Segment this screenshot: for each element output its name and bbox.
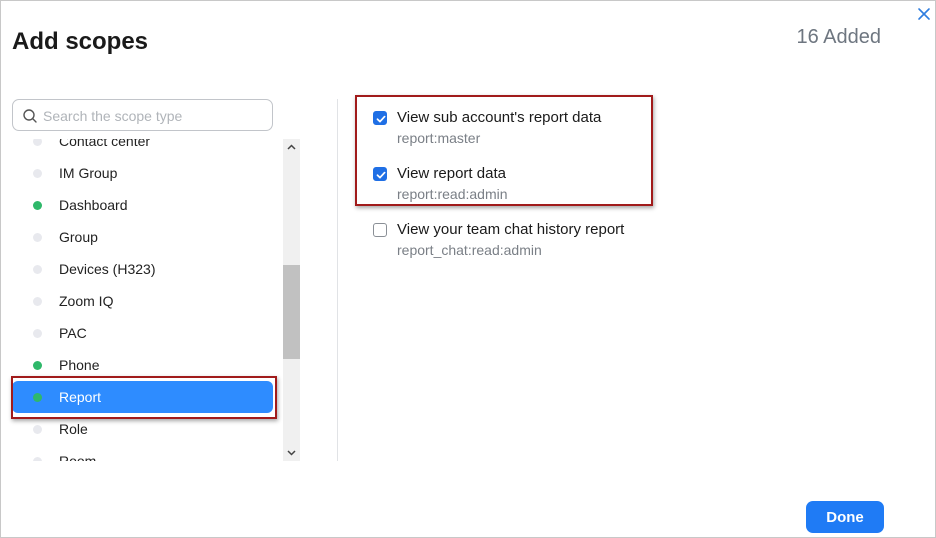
status-dot-icon xyxy=(33,139,42,146)
permission-name: View sub account's report data xyxy=(397,109,602,126)
scope-type-label: Group xyxy=(59,229,98,245)
status-dot-icon xyxy=(33,425,42,434)
scope-type-label: Dashboard xyxy=(59,197,128,213)
close-icon xyxy=(918,8,930,20)
scope-type-item[interactable]: Group xyxy=(12,221,282,253)
scope-type-label: Room xyxy=(59,453,97,461)
permission-name: View report data xyxy=(397,165,506,182)
added-count: 16 Added xyxy=(796,26,881,48)
scope-type-label: Role xyxy=(59,421,88,437)
permission-name: View your team chat history report xyxy=(397,221,625,238)
scope-type-item[interactable]: Zoom IQ xyxy=(12,285,282,317)
scope-type-item[interactable]: Contact center xyxy=(12,139,282,157)
permission-code: report:read:admin xyxy=(397,186,508,202)
chevron-down-icon xyxy=(287,450,296,456)
scope-type-item[interactable]: Report xyxy=(12,381,273,413)
permission-item: View your team chat history report report… xyxy=(373,221,673,265)
dialog-title: Add scopes xyxy=(12,28,149,55)
permission-item: View report data report:read:admin xyxy=(373,165,673,209)
scope-type-item[interactable]: PAC xyxy=(12,317,282,349)
permission-code: report:master xyxy=(397,130,481,146)
done-button[interactable]: Done xyxy=(806,501,884,533)
status-dot-icon xyxy=(33,233,42,242)
scope-type-label: Contact center xyxy=(59,139,151,149)
scope-type-item[interactable]: Role xyxy=(12,413,282,445)
permission-item: View sub account's report data report:mas… xyxy=(373,109,673,153)
scope-type-item[interactable]: Phone xyxy=(12,349,282,381)
search-icon xyxy=(23,109,37,123)
status-dot-icon xyxy=(33,329,42,338)
permission-checkbox[interactable] xyxy=(373,111,387,125)
scroll-up-button[interactable] xyxy=(283,139,300,156)
status-dot-icon xyxy=(33,169,42,178)
status-dot-icon xyxy=(33,361,42,370)
panel-divider xyxy=(337,99,338,461)
status-dot-icon xyxy=(33,457,42,461)
scope-type-label: Report xyxy=(59,389,102,405)
status-dot-icon xyxy=(33,201,42,210)
scope-type-label: IM Group xyxy=(59,165,118,181)
scroll-thumb[interactable] xyxy=(283,265,300,359)
status-dot-icon xyxy=(33,297,42,306)
status-dot-icon xyxy=(33,265,42,274)
scope-type-item[interactable]: IM Group xyxy=(12,157,282,189)
scroll-down-button[interactable] xyxy=(283,444,300,461)
permission-checkbox[interactable] xyxy=(373,167,387,181)
scope-type-item[interactable]: Room xyxy=(12,445,282,461)
status-dot-icon xyxy=(33,393,42,402)
scope-type-item[interactable]: Devices (H323) xyxy=(12,253,282,285)
scope-type-label: PAC xyxy=(59,325,87,341)
check-icon xyxy=(376,115,386,123)
scope-type-item[interactable]: Dashboard xyxy=(12,189,282,221)
scope-type-label: Zoom IQ xyxy=(59,293,114,309)
scope-list-scrollbar[interactable] xyxy=(283,139,300,461)
chevron-up-icon xyxy=(287,144,296,150)
close-button[interactable] xyxy=(914,4,934,24)
scope-type-label: Devices (H323) xyxy=(59,261,156,277)
scope-type-list[interactable]: Contact center IM Group Dashboard Group Devi… xyxy=(12,139,282,461)
add-scopes-dialog: Add scopes 16 Added Contact center IM Gro… xyxy=(0,0,936,538)
check-icon xyxy=(376,171,386,179)
scope-type-label: Phone xyxy=(59,357,100,373)
search-box[interactable] xyxy=(12,99,273,131)
search-input[interactable] xyxy=(43,106,265,126)
permission-code: report_chat:read:admin xyxy=(397,242,542,258)
permission-checkbox[interactable] xyxy=(373,223,387,237)
